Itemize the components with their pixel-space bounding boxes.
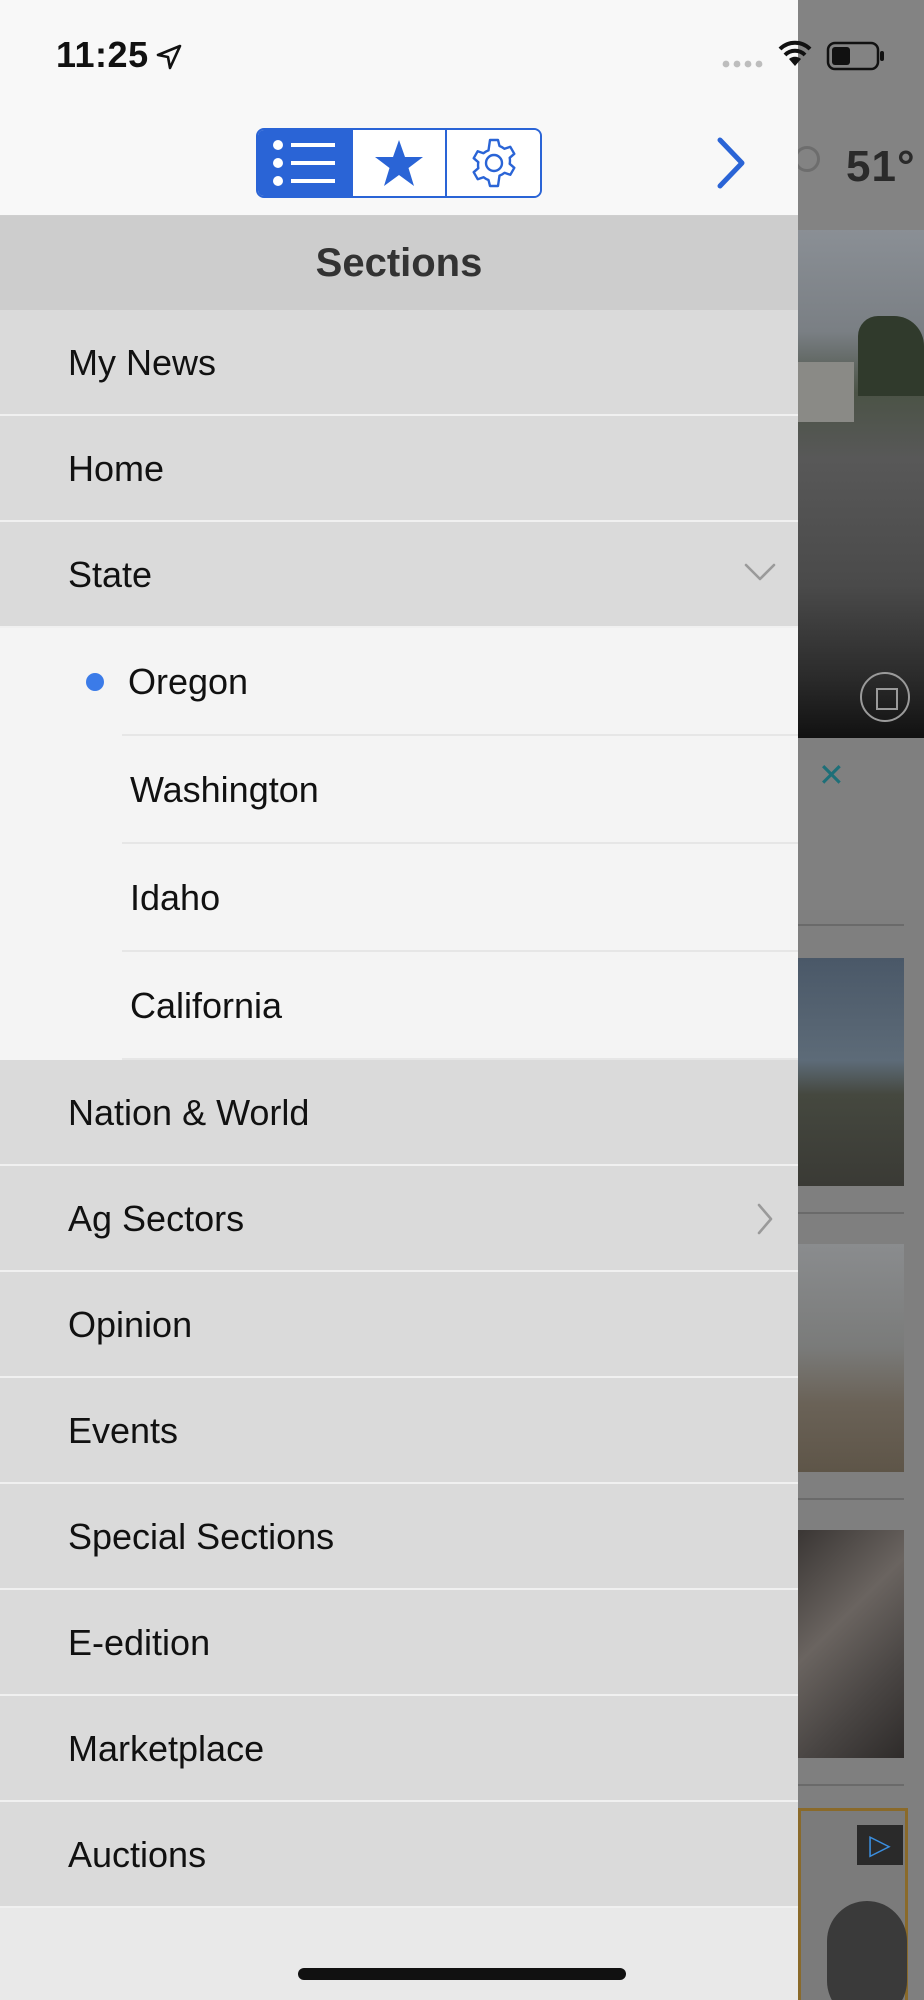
chevron-down-icon bbox=[744, 563, 776, 581]
menu-item-opinion[interactable]: Opinion bbox=[0, 1272, 798, 1378]
tab-sections[interactable] bbox=[258, 130, 353, 196]
menu-item-label: My News bbox=[68, 342, 217, 383]
menu-item-ag-sectors[interactable]: Ag Sectors bbox=[0, 1166, 798, 1272]
hero-image bbox=[798, 230, 924, 738]
menu-item-label: State bbox=[68, 554, 153, 595]
tab-favorites[interactable] bbox=[352, 130, 448, 196]
menu-item-special-sections[interactable]: Special Sections bbox=[0, 1484, 798, 1590]
submenu-item-label: California bbox=[130, 985, 283, 1026]
menu-item-label: Special Sections bbox=[68, 1516, 335, 1557]
submenu-item-oregon[interactable]: Oregon bbox=[0, 628, 798, 736]
segmented-control bbox=[256, 128, 542, 198]
menu-item-my-news[interactable]: My News bbox=[0, 310, 798, 416]
gear-icon bbox=[472, 138, 516, 188]
tab-settings[interactable] bbox=[447, 130, 540, 196]
article-thumbnail bbox=[798, 958, 904, 1186]
hero-building bbox=[798, 362, 854, 422]
menu-item-label: Home bbox=[68, 448, 165, 489]
menu-item-label: Ag Sectors bbox=[68, 1198, 245, 1239]
divider bbox=[798, 924, 904, 926]
background-header: 51° bbox=[798, 0, 924, 230]
article-thumbnail bbox=[798, 1530, 904, 1758]
temperature: 51° bbox=[846, 142, 916, 191]
menu-item-label: Events bbox=[68, 1410, 179, 1451]
menu-item-label: Nation & World bbox=[68, 1092, 310, 1133]
divider bbox=[798, 1784, 904, 1786]
star-icon bbox=[375, 140, 423, 186]
selected-indicator bbox=[86, 673, 104, 691]
submenu-item-label: Washington bbox=[130, 769, 319, 810]
submenu-item-label: Idaho bbox=[130, 877, 221, 918]
submenu-item-washington[interactable]: Washington bbox=[0, 736, 798, 844]
menu-item-label: Marketplace bbox=[68, 1728, 265, 1769]
ad-close-icon: ✕ bbox=[818, 757, 845, 793]
status-bar: 11:25 bbox=[0, 0, 798, 110]
hero-trees bbox=[858, 316, 924, 396]
ad-banner-bottom: ▷ bbox=[798, 1808, 908, 2000]
wifi-icon bbox=[778, 40, 812, 66]
sections-drawer: 11:25 Sections My News Home State Oregon… bbox=[0, 0, 798, 2000]
menu-item-label: E-edition bbox=[68, 1622, 211, 1663]
home-indicator bbox=[298, 1968, 626, 1980]
weather-icon bbox=[798, 146, 820, 172]
sections-menu: My News Home State Oregon Washington Ida… bbox=[0, 310, 798, 1908]
menu-item-label: Auctions bbox=[68, 1834, 207, 1875]
battery-icon bbox=[826, 41, 884, 71]
article-thumbnail bbox=[798, 1244, 904, 1472]
menu-item-label: Opinion bbox=[68, 1304, 193, 1345]
list-icon bbox=[273, 140, 336, 186]
menu-item-e-edition[interactable]: E-edition bbox=[0, 1590, 798, 1696]
adchoices-icon: ▷ bbox=[857, 1825, 903, 1865]
sections-title: Sections bbox=[0, 216, 798, 310]
submenu-item-california[interactable]: California bbox=[0, 952, 798, 1060]
drawer-toolbar bbox=[0, 110, 798, 216]
menu-item-events[interactable]: Events bbox=[0, 1378, 798, 1484]
cellular-signal-icon bbox=[722, 60, 763, 68]
background-page: 51° ✕ ▷ bbox=[798, 0, 924, 2000]
divider bbox=[798, 1498, 904, 1500]
ad-banner: ✕ bbox=[798, 757, 924, 910]
menu-item-state[interactable]: State bbox=[0, 522, 798, 628]
location-arrow-icon bbox=[156, 44, 182, 70]
gallery-icon bbox=[860, 672, 910, 722]
submenu-item-idaho[interactable]: Idaho bbox=[0, 844, 798, 952]
menu-item-auctions[interactable]: Auctions bbox=[0, 1802, 798, 1908]
status-time: 11:25 bbox=[56, 34, 149, 75]
submenu-item-label: Oregon bbox=[128, 661, 249, 702]
chevron-right-icon[interactable] bbox=[710, 136, 750, 190]
menu-item-nation-world[interactable]: Nation & World bbox=[0, 1060, 798, 1166]
menu-item-home[interactable]: Home bbox=[0, 416, 798, 522]
divider bbox=[798, 1212, 904, 1214]
menu-item-marketplace[interactable]: Marketplace bbox=[0, 1696, 798, 1802]
chevron-right-icon bbox=[757, 1203, 773, 1235]
watch-image bbox=[827, 1901, 907, 2000]
